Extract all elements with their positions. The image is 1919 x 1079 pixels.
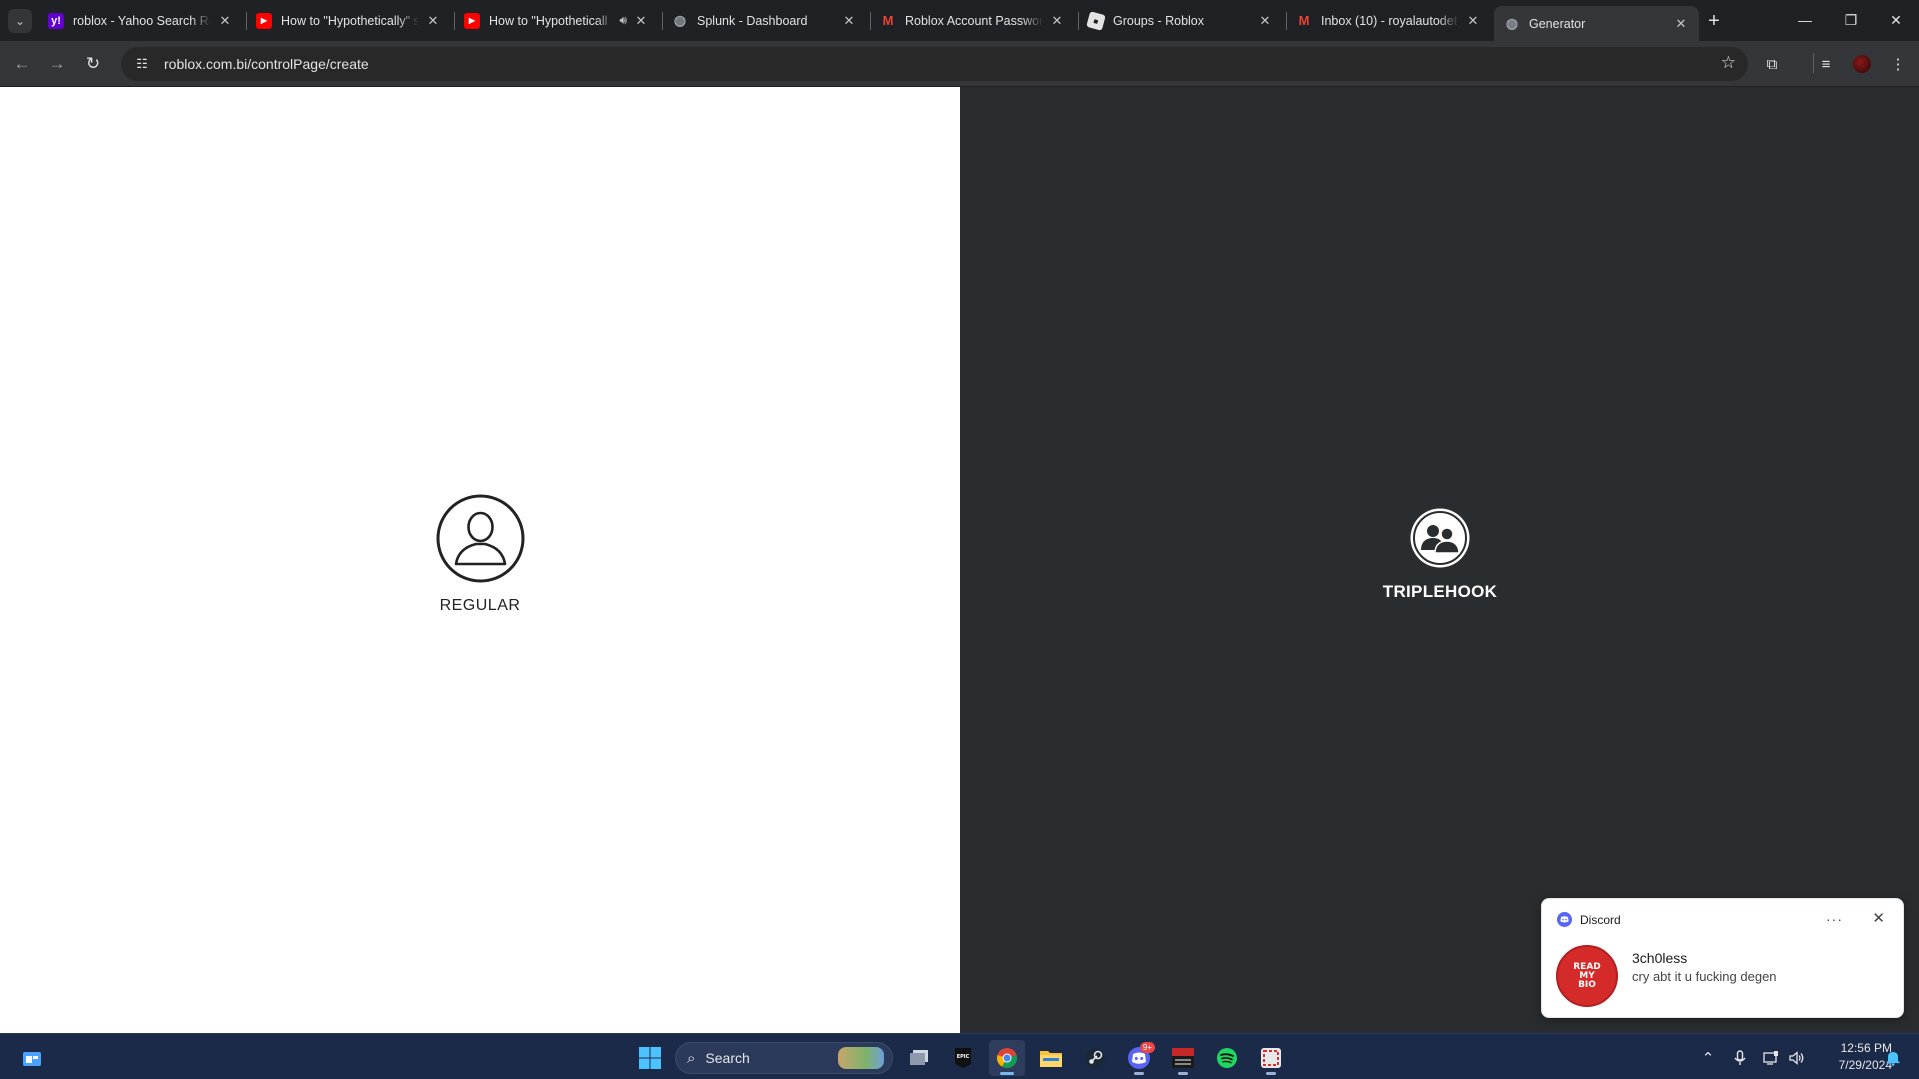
browser-toolbar: ← → ↻ ☷ roblox.com.bi/controlPage/create… xyxy=(0,41,1919,87)
sender-avatar: READ MY BIO xyxy=(1556,945,1618,1007)
single-user-icon xyxy=(436,494,524,583)
tab-close-icon[interactable]: ✕ xyxy=(1673,16,1689,32)
tab-roblox-password[interactable]: M Roblox Account Password ✕ xyxy=(870,6,1075,35)
chevron-up-icon[interactable]: ⌃ xyxy=(1697,1047,1719,1069)
spotify-icon[interactable] xyxy=(1209,1040,1245,1076)
back-button[interactable]: ← xyxy=(8,50,36,78)
tab-strip: ⌄ y! roblox - Yahoo Search Re ✕ ▶ How to… xyxy=(0,0,1919,41)
notification-app-name: Discord xyxy=(1580,912,1621,927)
tab-close-icon[interactable]: ✕ xyxy=(633,13,649,29)
start-button[interactable] xyxy=(632,1040,668,1076)
arrow-right-icon: → xyxy=(48,54,66,73)
globe-icon: ◍ xyxy=(1505,15,1519,31)
tab-close-icon[interactable]: ✕ xyxy=(217,13,233,29)
tab-groups-roblox[interactable]: ■ Groups - Roblox ✕ xyxy=(1078,6,1283,35)
close-icon[interactable]: ✕ xyxy=(1872,909,1885,927)
gmail-icon: M xyxy=(882,13,894,28)
voicemeeter-icon[interactable] xyxy=(1165,1040,1201,1076)
tab-yahoo[interactable]: y! roblox - Yahoo Search Re ✕ xyxy=(38,6,243,35)
arrow-left-icon: ← xyxy=(13,54,31,73)
restore-icon: ❐ xyxy=(1844,11,1858,28)
tab-search-button[interactable]: ⌄ xyxy=(8,9,32,33)
regular-label: REGULAR xyxy=(439,597,521,614)
profile-avatar[interactable] xyxy=(1850,52,1874,76)
windows-icon xyxy=(639,1047,661,1069)
notification-message: cry abt it u fucking degen xyxy=(1632,969,1777,984)
page-content: REGULAR TRIPLEHOOK Discord ··· ✕ READ MY… xyxy=(0,87,1919,1033)
volume-icon[interactable] xyxy=(1786,1047,1808,1069)
roblox-icon: ■ xyxy=(1086,10,1106,31)
notification-app: Discord xyxy=(1557,912,1621,927)
tab-inbox[interactable]: M Inbox (10) - royalautodet ✕ xyxy=(1286,6,1491,35)
tab-generator[interactable]: ◍ Generator ✕ xyxy=(1494,6,1699,41)
more-options-icon[interactable]: ··· xyxy=(1826,911,1843,927)
forward-button[interactable]: → xyxy=(43,50,71,78)
tab-close-icon[interactable]: ✕ xyxy=(1049,13,1065,29)
chrome-icon[interactable] xyxy=(989,1040,1025,1076)
reload-button[interactable]: ↻ xyxy=(79,50,107,78)
clock-date: 7/29/2024 xyxy=(1838,1058,1892,1072)
triplehook-label: TRIPLEHOOK xyxy=(1382,582,1498,601)
taskbar-clock[interactable]: 12:56 PM 7/29/2024 xyxy=(1812,1040,1892,1074)
search-icon: ⌕ xyxy=(687,1049,696,1067)
plus-icon: + xyxy=(1708,9,1720,32)
microphone-icon[interactable] xyxy=(1729,1047,1751,1069)
network-icon[interactable] xyxy=(1760,1047,1782,1069)
speaker-icon[interactable]: 🔊︎ xyxy=(619,13,627,28)
tab-close-icon[interactable]: ✕ xyxy=(425,13,441,29)
notification-bell-icon[interactable] xyxy=(1882,1047,1904,1069)
extensions-icon[interactable]: ⧉ xyxy=(1760,52,1784,76)
new-tab-button[interactable]: + xyxy=(1702,9,1726,33)
globe-icon: ◍ xyxy=(673,12,687,28)
youtube-icon: ▶ xyxy=(256,12,272,29)
notification-sender: 3ch0less xyxy=(1632,950,1688,966)
triplehook-option[interactable]: TRIPLEHOOK xyxy=(1355,507,1525,602)
media-controls-icon[interactable]: ≡ xyxy=(1814,52,1838,76)
search-highlight-icon xyxy=(838,1047,884,1069)
taskbar-search[interactable]: ⌕ Search xyxy=(675,1042,893,1074)
close-window-button[interactable]: ✕ xyxy=(1873,0,1919,40)
task-view-icon[interactable] xyxy=(901,1040,937,1076)
regular-option[interactable]: REGULAR xyxy=(405,494,555,615)
site-info-icon[interactable]: ☷ xyxy=(130,52,154,76)
steam-icon[interactable] xyxy=(1077,1040,1113,1076)
reload-icon: ↻ xyxy=(85,54,101,73)
minimize-icon: — xyxy=(1798,12,1812,28)
discord-notification[interactable]: Discord ··· ✕ READ MY BIO 3ch0less cry a… xyxy=(1541,898,1904,1018)
minimize-button[interactable]: — xyxy=(1782,0,1828,40)
restore-button[interactable]: ❐ xyxy=(1828,0,1874,40)
chrome-menu-icon[interactable]: ⋮ xyxy=(1886,52,1910,76)
tab-youtube-1[interactable]: ▶ How to "Hypothetically" s ✕ xyxy=(246,6,451,35)
clock-time: 12:56 PM xyxy=(1840,1041,1892,1055)
discord-icon xyxy=(1557,912,1572,927)
tab-splunk[interactable]: ◍ Splunk - Dashboard ✕ xyxy=(662,6,867,35)
tab-close-icon[interactable]: ✕ xyxy=(1257,13,1273,29)
tab-close-icon[interactable]: ✕ xyxy=(1465,13,1481,29)
discord-badge: 9+ xyxy=(1139,1042,1155,1053)
snipping-tool-icon[interactable] xyxy=(1253,1040,1289,1076)
chevron-down-icon: ⌄ xyxy=(14,14,26,28)
gmail-icon: M xyxy=(1298,13,1310,28)
file-explorer-icon[interactable] xyxy=(1033,1040,1069,1076)
epic-games-icon[interactable]: EPIC xyxy=(945,1040,981,1076)
tab-youtube-2[interactable]: ▶ How to "Hypotheticall 🔊︎ ✕ xyxy=(454,6,659,35)
bookmark-star-icon[interactable]: ☆ xyxy=(1721,53,1736,73)
address-bar[interactable]: ☷ roblox.com.bi/controlPage/create ☆ xyxy=(121,47,1748,81)
close-icon: ✕ xyxy=(1890,11,1902,28)
windows-taskbar: ⌕ Search EPIC 9+ ⌃ 12:56 PM 7/29/2024 xyxy=(0,1033,1919,1079)
url-text[interactable]: roblox.com.bi/controlPage/create xyxy=(164,56,369,72)
widgets-icon[interactable] xyxy=(14,1040,50,1076)
youtube-icon: ▶ xyxy=(464,12,480,29)
group-users-icon xyxy=(1410,508,1470,568)
discord-taskbar-icon[interactable]: 9+ xyxy=(1121,1040,1157,1076)
yahoo-icon: y! xyxy=(48,12,64,29)
tab-close-icon[interactable]: ✕ xyxy=(841,13,857,29)
svg-text:EPIC: EPIC xyxy=(957,1054,970,1060)
